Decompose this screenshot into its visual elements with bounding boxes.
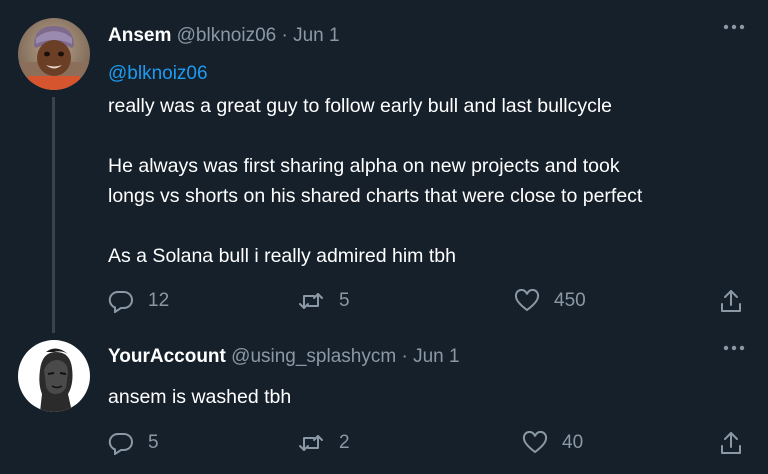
tweet-date[interactable]: Jun 1: [413, 346, 459, 367]
heart-icon: [522, 431, 548, 455]
like-count: 40: [562, 432, 584, 453]
tweet-date[interactable]: Jun 1: [293, 25, 339, 46]
avatar-ansem[interactable]: [18, 18, 90, 90]
more-options-icon[interactable]: [720, 341, 748, 365]
tweet-text-line: He always was first sharing alpha on new…: [108, 155, 620, 177]
reply-button[interactable]: 12: [108, 289, 169, 313]
share-upload-icon: [719, 288, 743, 314]
reply-bubble-icon: [108, 431, 134, 455]
tweet-header: YourAccount @using_splashycm · Jun 1: [108, 345, 460, 369]
like-button[interactable]: 40: [522, 431, 583, 455]
reply-mention-link[interactable]: @blknoiz06: [108, 62, 208, 86]
heart-icon: [514, 289, 540, 313]
tweet-text-line: really was a great guy to follow early b…: [108, 95, 613, 117]
tweet-header: Ansem @blknoiz06 · Jun 1: [108, 24, 340, 48]
tweet-text-line: As a Solana bull i really admired him tb…: [108, 245, 456, 267]
tweet-thread: Ansem @blknoiz06 · Jun 1 @blknoiz06 real…: [0, 0, 768, 474]
reply-count: 5: [148, 432, 159, 453]
thread-connector-line: [52, 97, 55, 333]
retweet-count: 2: [339, 432, 350, 453]
display-name[interactable]: YourAccount: [108, 346, 226, 367]
retweet-button[interactable]: 5: [297, 289, 350, 313]
like-count: 450: [554, 290, 586, 311]
tweet-ansem[interactable]: Ansem @blknoiz06 · Jun 1 @blknoiz06 real…: [0, 0, 768, 334]
more-options-icon[interactable]: [720, 20, 748, 44]
display-name[interactable]: Ansem: [108, 25, 171, 46]
like-button[interactable]: 450: [514, 289, 586, 313]
reply-count: 12: [148, 290, 170, 311]
share-upload-icon: [719, 430, 743, 456]
retweet-button[interactable]: 2: [297, 431, 350, 455]
tweet-youraccount[interactable]: YourAccount @using_splashycm · Jun 1 ans…: [0, 334, 768, 474]
date-separator: ·: [401, 346, 408, 367]
user-handle[interactable]: @blknoiz06: [177, 25, 277, 46]
date-separator: ·: [281, 25, 288, 46]
avatar-youraccount[interactable]: [18, 340, 90, 412]
reply-button[interactable]: 5: [108, 431, 159, 455]
retweet-count: 5: [339, 290, 350, 311]
reply-bubble-icon: [108, 289, 134, 313]
tweet-text-line: longs vs shorts on his shared charts tha…: [108, 185, 643, 207]
retweet-arrows-icon: [297, 289, 325, 313]
share-button[interactable]: [719, 288, 743, 314]
retweet-arrows-icon: [297, 431, 325, 455]
share-button[interactable]: [719, 430, 743, 456]
tweet-text: ansem is washed tbh: [108, 386, 292, 408]
user-handle[interactable]: @using_splashycm: [231, 346, 396, 367]
